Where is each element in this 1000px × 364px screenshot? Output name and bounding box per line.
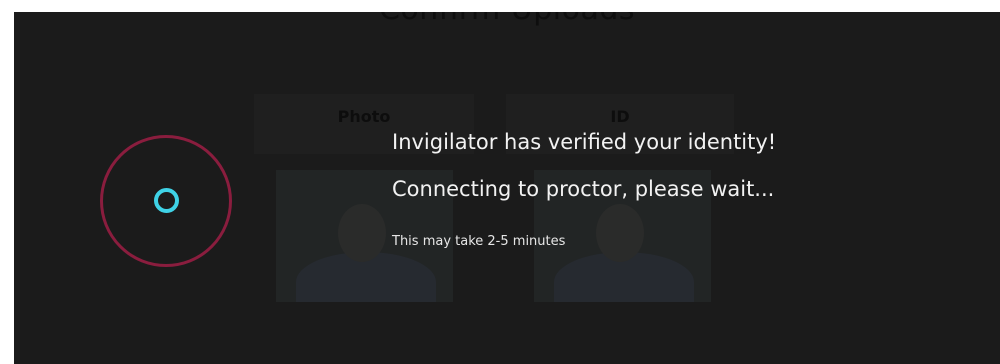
verified-message: Invigilator has verified your identity! [392,130,777,154]
proctoring-modal: Confirm Uploads Photo ID Invigilator has… [14,12,1000,364]
duration-note: This may take 2-5 minutes [392,234,566,249]
connecting-message: Connecting to proctor, please wait... [392,177,775,201]
spinner-dot [154,188,179,213]
person-head [338,204,386,262]
page-title: Confirm Uploads [14,12,1000,27]
person-head [596,204,644,262]
